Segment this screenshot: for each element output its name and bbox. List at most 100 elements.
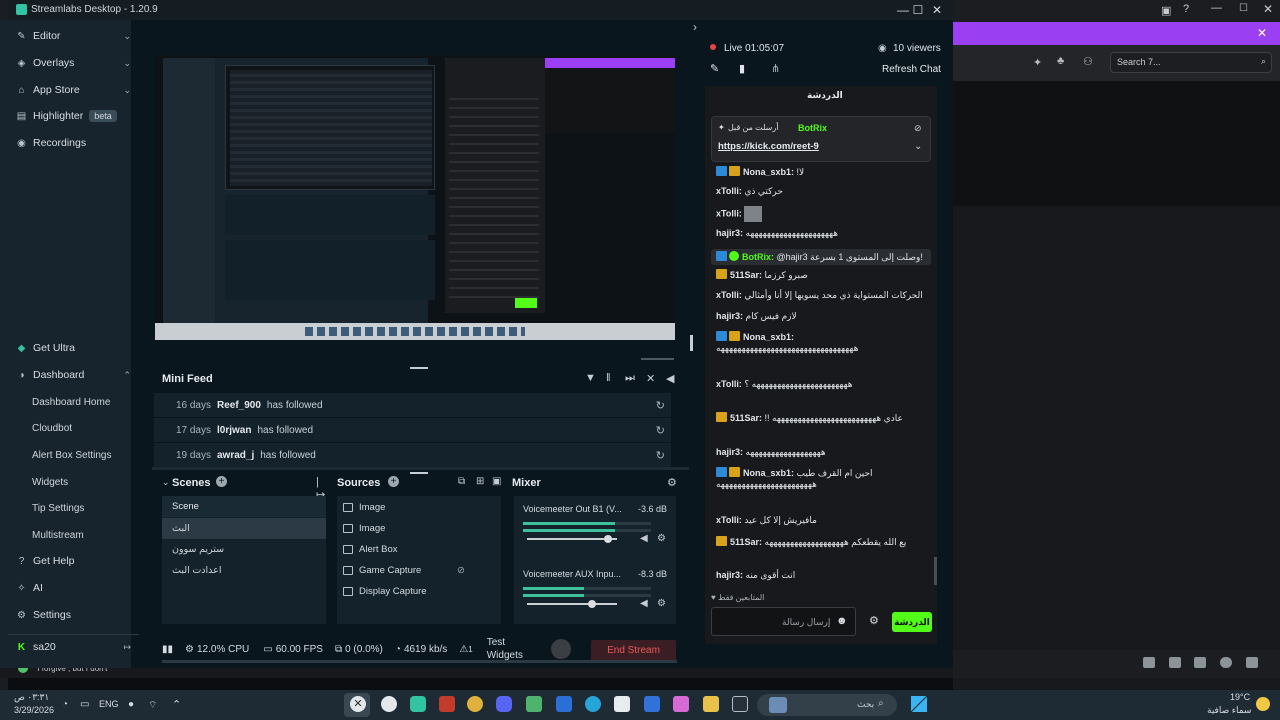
users-icon[interactable]: ⚇ xyxy=(1083,55,1093,68)
pin-icon[interactable]: ✦ xyxy=(1033,56,1042,69)
battery-icon[interactable]: ▭ xyxy=(80,699,89,710)
chat-input[interactable]: إرسال رسالة ☻ xyxy=(711,607,856,636)
moderation-icon[interactable]: ▮ xyxy=(739,62,745,75)
folder-icon[interactable]: ▣ xyxy=(492,476,501,487)
source-item[interactable]: Image xyxy=(337,518,501,539)
chevron-down-icon[interactable]: ⌄ xyxy=(162,477,170,488)
add-source-icon[interactable]: + xyxy=(388,476,399,487)
add-scene-icon[interactable]: + xyxy=(216,476,227,487)
chat-username[interactable]: xTolli: xyxy=(716,208,744,218)
sidebar-item-widgets[interactable]: Widgets xyxy=(32,469,139,495)
emote-icon[interactable] xyxy=(1194,657,1206,668)
microphone-icon[interactable]: ● xyxy=(128,699,134,710)
test-widgets-button[interactable]: Test Widgets xyxy=(487,636,539,662)
maximize-icon[interactable]: ☐ xyxy=(1239,3,1248,14)
wifi-icon[interactable]: ⌔ xyxy=(148,699,157,712)
gift-icon[interactable] xyxy=(1143,657,1155,668)
scene-item[interactable]: اعدادت البث xyxy=(162,560,326,581)
share-icon[interactable]: ⋔ xyxy=(771,62,780,75)
sidebar-item-dashboard-home[interactable]: Dashboard Home xyxy=(32,389,139,415)
chat-username[interactable]: Nona_sxb1: xyxy=(743,167,797,177)
chat-username[interactable]: xTolli: xyxy=(716,379,744,389)
close-icon[interactable]: ✕ xyxy=(1263,2,1273,16)
edge-icon[interactable] xyxy=(585,696,601,712)
chat-username[interactable]: hajir3: xyxy=(716,311,746,321)
pinned-link[interactable]: https://kick.com/reet-9 xyxy=(718,141,819,152)
sidebar-item-get-ultra[interactable]: ◆ Get Ultra xyxy=(8,335,139,361)
pinned-message[interactable]: ✦ أرسلت من قبل BotRix ⊘ https://kick.com… xyxy=(711,116,931,162)
gif-icon[interactable] xyxy=(1169,657,1181,668)
scene-item[interactable]: ستريم سوون xyxy=(162,539,326,560)
smile-icon[interactable] xyxy=(1220,657,1232,668)
emoji-icon[interactable]: ☻ xyxy=(836,615,848,627)
send-chat-button[interactable]: الدردشة xyxy=(892,612,932,632)
end-stream-button[interactable]: End Stream xyxy=(591,640,676,661)
sidebar-item-tip-settings[interactable]: Tip Settings xyxy=(32,495,139,521)
speaker-icon[interactable]: ◀ xyxy=(640,598,648,609)
settings-icon[interactable] xyxy=(1246,657,1258,668)
chat-username[interactable]: BotRix: xyxy=(742,252,777,262)
background-search-input[interactable]: Search 7... ⌕ xyxy=(1110,52,1272,73)
chat-username[interactable]: hajir3: xyxy=(716,570,746,580)
eye-off-icon[interactable]: ⊘ xyxy=(457,565,465,576)
chat-username[interactable]: 511Sar: xyxy=(730,270,765,280)
unpin-icon[interactable]: ⊘ xyxy=(914,123,922,134)
sidebar-item-settings[interactable]: ⚙ Settings xyxy=(8,602,139,628)
snipping-tool-icon[interactable] xyxy=(526,696,542,712)
chat-username[interactable]: 511Sar: xyxy=(730,413,765,423)
chrome-icon[interactable] xyxy=(467,696,483,712)
channel-settings-icon[interactable]: ⚙ xyxy=(657,533,666,544)
sidebar-item-app-store[interactable]: ⌂ App Store ⌄ xyxy=(8,77,139,103)
task-view-icon[interactable] xyxy=(732,696,748,712)
sidebar-item-alert-box-settings[interactable]: Alert Box Settings xyxy=(32,442,139,468)
maximize-icon[interactable]: ☐ xyxy=(908,1,928,19)
chat-scrollbar[interactable] xyxy=(934,557,937,585)
weather-icon[interactable] xyxy=(1256,697,1270,711)
minimize-icon[interactable]: — xyxy=(1211,2,1222,14)
scene-item[interactable]: البث xyxy=(162,518,326,539)
volume-slider[interactable] xyxy=(527,535,617,543)
record-icon[interactable]: ▣ xyxy=(1161,4,1171,17)
sidebar-item-cloudbot[interactable]: Cloudbot xyxy=(32,415,139,441)
repeat-alert-icon[interactable]: ↻ xyxy=(656,424,665,437)
source-layers-icon[interactable]: ⧉ xyxy=(458,476,465,487)
chat-settings-icon[interactable]: ⚙ xyxy=(869,614,879,627)
chevron-up-icon[interactable]: ⌃ xyxy=(172,698,181,711)
chat-username[interactable]: xTolli: xyxy=(716,515,744,525)
source-item[interactable]: Image xyxy=(337,497,501,518)
mute-alerts-icon[interactable]: ✕ xyxy=(646,372,655,385)
speaker-icon[interactable]: ◀ xyxy=(640,533,648,544)
filter-icon[interactable]: ▼ xyxy=(585,372,596,384)
sidebar-user[interactable]: Ksa20 ↦ xyxy=(8,634,139,660)
drag-handle[interactable] xyxy=(410,472,428,474)
channel-settings-icon[interactable]: ⚙ xyxy=(657,598,666,609)
source-item[interactable]: Alert Box xyxy=(337,539,501,560)
rec-button[interactable] xyxy=(550,639,571,659)
skip-icon[interactable]: ⏭ xyxy=(625,372,635,385)
chat-username[interactable]: xTolli: xyxy=(716,290,744,300)
notification-bell-icon[interactable]: ◔ xyxy=(62,699,68,710)
game-app-icon[interactable] xyxy=(439,696,455,712)
close-icon[interactable]: ✕ xyxy=(927,1,947,19)
language-indicator[interactable]: ENG xyxy=(99,699,119,709)
sidebar-item-editor[interactable]: ✎ Editor ⌄ xyxy=(8,23,139,49)
chat-username[interactable]: Nona_sxb1: xyxy=(743,332,794,342)
mixer-settings-icon[interactable]: ⚙ xyxy=(667,476,677,489)
stats-icon[interactable]: ▮▮ xyxy=(162,644,173,655)
logout-icon[interactable]: ↦ xyxy=(123,642,131,653)
alert-icon[interactable]: ⚠ xyxy=(459,644,468,655)
chat-username[interactable]: xTolli: xyxy=(716,186,744,196)
chat-username[interactable]: hajir3: xyxy=(716,447,746,457)
sidebar-item-ai[interactable]: ✧ AI xyxy=(8,575,139,601)
chat-username[interactable]: hajir3: xyxy=(716,228,746,238)
sidebar-item-dashboard[interactable]: ◑ Dashboard ⌃ xyxy=(8,362,139,388)
pause-icon[interactable]: ‖ xyxy=(606,372,611,384)
xbox-icon[interactable]: ✕ xyxy=(350,696,366,712)
steam-icon[interactable] xyxy=(381,696,397,712)
banner-close-icon[interactable]: ✕ xyxy=(1257,26,1267,40)
streamlabs-icon[interactable] xyxy=(410,696,426,712)
scene-item[interactable]: Scene xyxy=(162,496,326,517)
volume-slider-knob[interactable] xyxy=(587,600,596,608)
chat-username[interactable]: Nona_sxb1: xyxy=(743,468,797,478)
users-icon[interactable]: ♣ xyxy=(1057,55,1064,67)
